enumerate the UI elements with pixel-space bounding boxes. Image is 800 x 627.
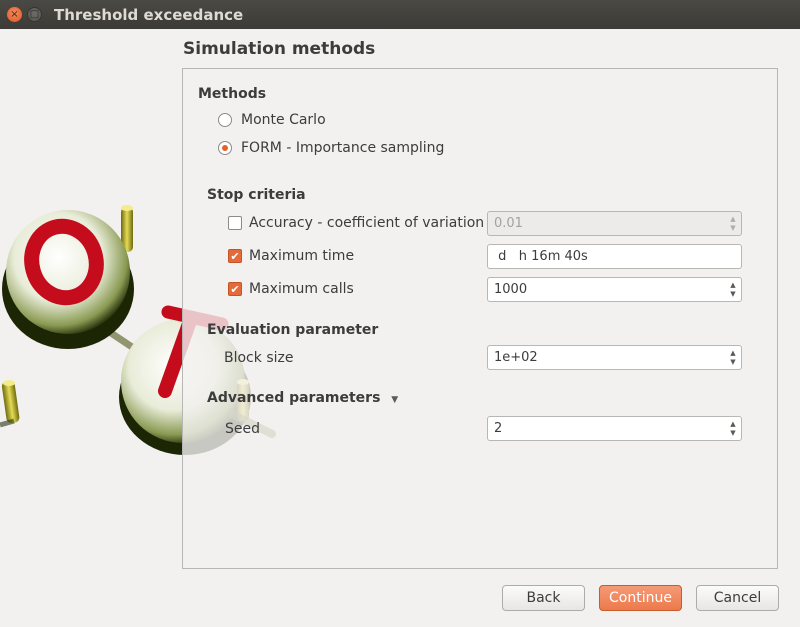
monte-carlo-radio[interactable] <box>218 113 232 127</box>
maximum-time-label[interactable]: Maximum time <box>249 248 354 264</box>
advanced-parameters-toggle[interactable]: Advanced parameters ▼ <box>207 390 398 406</box>
block-size-value: 1e+02 <box>494 350 538 365</box>
maximum-calls-label[interactable]: Maximum calls <box>249 281 354 297</box>
spin-up-icon[interactable]: ▲ <box>730 420 735 429</box>
evaluation-parameter-heading: Evaluation parameter <box>207 322 379 338</box>
close-window-button[interactable]: × <box>7 7 22 22</box>
spin-down-icon[interactable]: ▼ <box>730 429 735 438</box>
maximum-time-input[interactable]: d h 16m 40s <box>487 244 742 269</box>
maximum-calls-input[interactable]: 1000 ▲ ▼ <box>487 277 742 302</box>
accuracy-value: 0.01 <box>494 216 523 231</box>
form-importance-sampling-radio[interactable] <box>218 141 232 155</box>
seed-spinner[interactable]: ▲ ▼ <box>725 417 741 440</box>
stop-criteria-heading: Stop criteria <box>207 187 306 203</box>
advanced-parameters-heading: Advanced parameters <box>207 390 381 406</box>
continue-button[interactable]: Continue <box>599 585 682 611</box>
form-importance-sampling-label[interactable]: FORM - Importance sampling <box>241 140 444 156</box>
accuracy-label[interactable]: Accuracy - coefficient of variation <box>249 215 484 231</box>
maximum-calls-spinner[interactable]: ▲ ▼ <box>725 278 741 301</box>
maximum-calls-checkbox[interactable]: ✔ <box>228 282 242 296</box>
block-size-label: Block size <box>224 350 294 366</box>
maximize-window-button[interactable]: □ <box>27 7 42 22</box>
monte-carlo-label[interactable]: Monte Carlo <box>241 112 326 128</box>
window-title: Threshold exceedance <box>54 6 244 24</box>
back-button[interactable]: Back <box>502 585 585 611</box>
spin-down-icon[interactable]: ▼ <box>730 290 735 299</box>
seed-value: 2 <box>494 421 503 436</box>
page-title: Simulation methods <box>183 39 376 59</box>
methods-heading: Methods <box>198 86 267 102</box>
maximum-calls-value: 1000 <box>494 282 528 297</box>
cancel-button[interactable]: Cancel <box>696 585 779 611</box>
title-bar: × □ Threshold exceedance <box>0 0 800 29</box>
block-size-spinner[interactable]: ▲ ▼ <box>725 346 741 369</box>
accuracy-input: 0.01 ▲ ▼ <box>487 211 742 236</box>
caret-down-icon[interactable]: ▼ <box>391 395 398 405</box>
spin-up-icon: ▲ <box>730 214 736 223</box>
spin-up-icon[interactable]: ▲ <box>730 349 735 358</box>
spin-down-icon[interactable]: ▼ <box>730 358 735 367</box>
block-size-input[interactable]: 1e+02 ▲ ▼ <box>487 345 742 370</box>
seed-input[interactable]: 2 ▲ ▼ <box>487 416 742 441</box>
spin-down-icon: ▼ <box>730 223 736 232</box>
seed-label: Seed <box>225 421 260 437</box>
spin-up-icon[interactable]: ▲ <box>730 281 735 290</box>
accuracy-spinner: ▲ ▼ <box>725 212 741 235</box>
maximum-time-checkbox[interactable]: ✔ <box>228 249 242 263</box>
accuracy-checkbox[interactable] <box>228 216 242 230</box>
